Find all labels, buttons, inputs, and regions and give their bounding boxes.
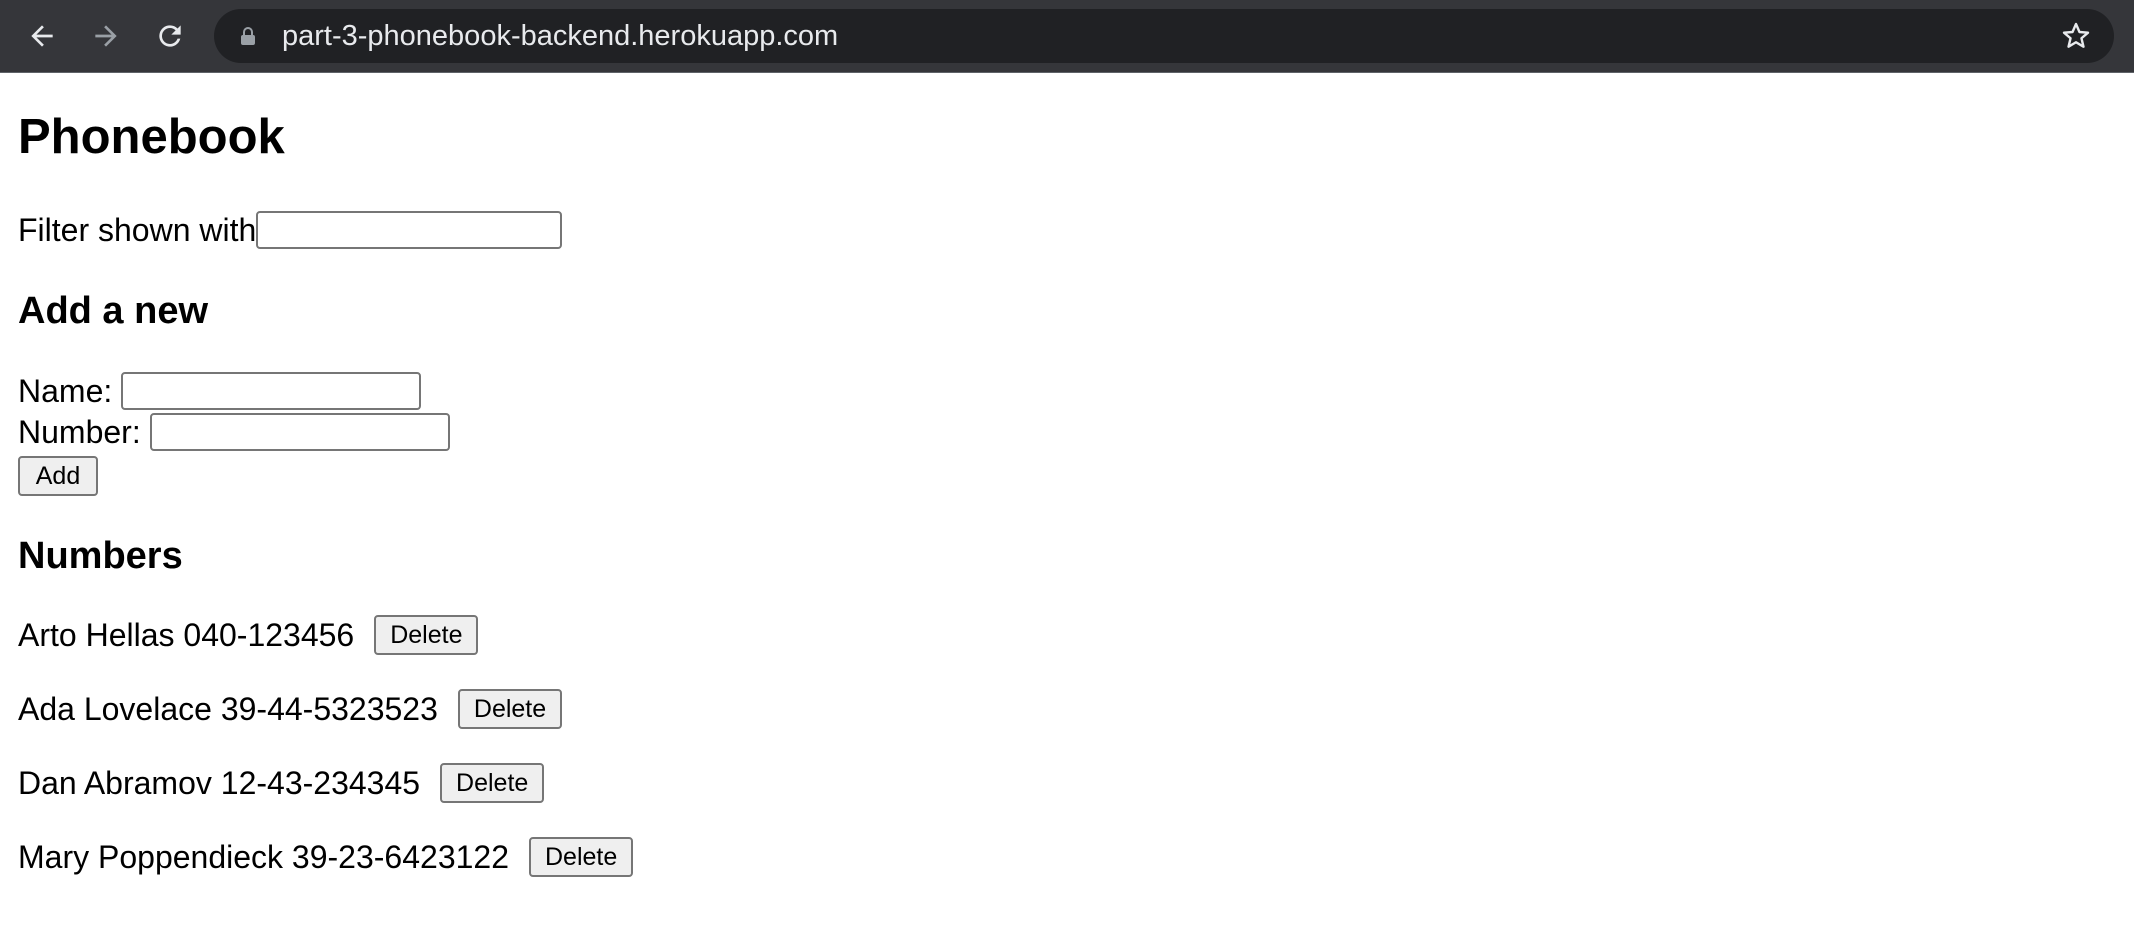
filter-label: Filter shown with: [18, 211, 257, 248]
reload-button[interactable]: [148, 14, 192, 58]
number-label: Number:: [18, 413, 141, 450]
name-row: Name:: [18, 370, 422, 412]
delete-button[interactable]: Delete: [529, 837, 634, 877]
person-row: Dan Abramov 12-43-234345 Delete: [18, 762, 545, 804]
person-text: Ada Lovelace 39-44-5323523: [18, 690, 438, 727]
forward-arrow-icon: [95, 25, 117, 47]
add-heading: Add a new: [18, 290, 209, 332]
delete-button[interactable]: Delete: [457, 689, 563, 729]
numbers-heading: Numbers: [18, 535, 183, 577]
lock-icon: [241, 27, 255, 45]
forward-button[interactable]: [84, 14, 128, 58]
person-text: Arto Hellas 040-123456: [18, 616, 355, 653]
filter-input[interactable]: [256, 211, 563, 249]
delete-button[interactable]: Delete: [374, 615, 479, 655]
page-title: Phonebook: [18, 110, 285, 164]
person-text: Dan Abramov 12-43-234345: [18, 764, 421, 801]
name-input[interactable]: [121, 372, 422, 410]
filter-row: Filter shown with: [18, 209, 563, 251]
back-button[interactable]: [20, 14, 64, 58]
number-row: Number:: [18, 411, 450, 453]
add-button[interactable]: Add: [18, 456, 98, 496]
address-bar[interactable]: part-3-phonebook-backend.herokuapp.com: [214, 9, 2114, 63]
delete-button[interactable]: Delete: [440, 763, 545, 803]
person-text: Mary Poppendieck 39-23-6423122: [18, 838, 509, 875]
number-input[interactable]: [149, 413, 450, 451]
person-row: Arto Hellas 040-123456 Delete: [18, 614, 479, 656]
back-arrow-icon: [31, 25, 53, 47]
person-row: Mary Poppendieck 39-23-6423122 Delete: [18, 836, 634, 878]
browser-toolbar: part-3-phonebook-backend.herokuapp.com: [0, 0, 2134, 73]
name-label: Name:: [18, 372, 113, 409]
person-row: Ada Lovelace 39-44-5323523 Delete: [18, 688, 563, 730]
reload-icon: [159, 25, 181, 47]
url-text: part-3-phonebook-backend.herokuapp.com: [282, 20, 839, 52]
star-icon[interactable]: [2060, 20, 2092, 52]
